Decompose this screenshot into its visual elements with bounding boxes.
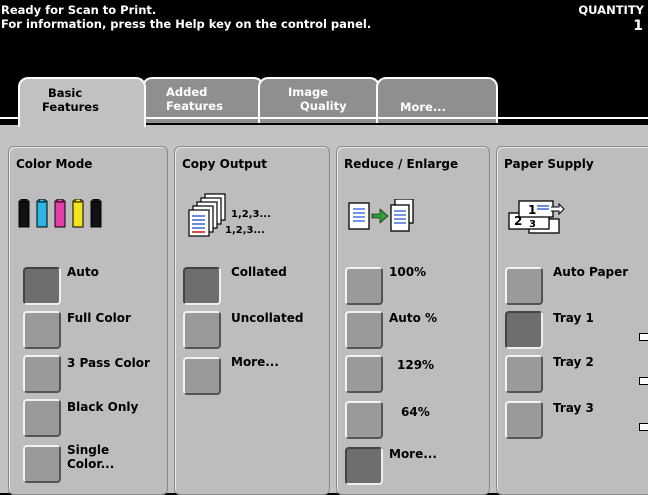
icon-caption: 1,2,3...: [231, 209, 271, 220]
quantity-label: QUANTITY: [578, 3, 644, 17]
icon-caption: 2: [514, 214, 523, 228]
uncollated-button[interactable]: [183, 311, 221, 349]
black-only-button[interactable]: [23, 399, 61, 437]
option-label: Full Color: [67, 311, 131, 325]
auto-color-button[interactable]: [23, 267, 61, 305]
color-mode-panel: Color Mode Auto Full Color 3 Pass Color …: [8, 146, 168, 495]
option-label: Black Only: [67, 400, 139, 414]
option-label: Auto %: [389, 311, 438, 325]
tab-label-line2: Features: [42, 100, 99, 114]
status-message: Ready for Scan to Print.: [1, 3, 157, 17]
icon-caption: 1,2,3...: [225, 225, 265, 236]
tab-label-line2: Quality: [300, 99, 347, 113]
auto-percent-button[interactable]: [345, 311, 383, 349]
tray-2-button[interactable]: [505, 355, 543, 393]
status-bar: Ready for Scan to Print. For information…: [0, 0, 648, 60]
scale-129-button[interactable]: [345, 355, 383, 393]
copy-output-panel: Copy Output 1,2,3... 1,2,3... Collated U…: [174, 146, 330, 495]
tray-2-paper-icon: [639, 377, 648, 385]
tab-label-line1: Basic: [48, 86, 83, 100]
icon-caption: 3: [529, 219, 536, 230]
tab-label-line2: Features: [166, 99, 223, 113]
reduce-enlarge-more-button[interactable]: [345, 447, 383, 485]
scale-100-button[interactable]: [345, 267, 383, 305]
option-label: 64%: [401, 405, 430, 419]
single-color-button[interactable]: [23, 445, 61, 483]
paper-supply-panel: Paper Supply 1 2 3 Auto Paper Tray 1 Tra…: [496, 146, 648, 495]
tray-1-paper-icon: [639, 333, 648, 341]
tab-label-line2: More...: [400, 100, 446, 114]
option-label: Auto Paper: [553, 265, 629, 279]
three-pass-color-button[interactable]: [23, 355, 61, 393]
auto-paper-button[interactable]: [505, 267, 543, 305]
tray-3-paper-icon: [639, 423, 648, 431]
panel-title: Copy Output: [182, 157, 267, 171]
panel-title: Reduce / Enlarge: [344, 157, 459, 171]
icon-caption: 1: [528, 203, 537, 217]
tab-basic-features[interactable]: Basic Features: [18, 77, 146, 127]
tab-label-line1: Added: [166, 85, 208, 99]
help-message: For information, press the Help key on t…: [1, 17, 372, 31]
option-label: Collated: [231, 265, 287, 279]
option-label: 129%: [397, 358, 435, 372]
full-color-button[interactable]: [23, 311, 61, 349]
panel-title: Paper Supply: [504, 157, 594, 171]
option-label: Uncollated: [231, 311, 304, 325]
option-label: More...: [231, 355, 279, 369]
option-label: 100%: [389, 265, 427, 279]
option-label: More...: [389, 447, 437, 461]
reduce-enlarge-icon: [348, 199, 414, 232]
option-label: Auto: [67, 265, 99, 279]
option-label: 3 Pass Color: [67, 356, 150, 370]
scale-64-button[interactable]: [345, 401, 383, 439]
copy-output-more-button[interactable]: [183, 357, 221, 395]
option-label: Tray 3: [553, 401, 594, 415]
option-label: Single: [67, 443, 110, 457]
reduce-enlarge-panel: Reduce / Enlarge 100% Auto % 129% 64% Mo…: [336, 146, 490, 495]
toner-bottles-icon: [18, 199, 102, 228]
panel-title: Color Mode: [16, 157, 93, 171]
option-label: Color...: [67, 457, 115, 471]
collated-copies-icon: [188, 193, 226, 237]
collated-button[interactable]: [183, 267, 221, 305]
tray-1-button[interactable]: [505, 311, 543, 349]
quantity-value: 1: [633, 18, 643, 34]
option-label: Tray 1: [553, 311, 594, 325]
option-label: Tray 2: [553, 355, 594, 369]
tray-3-button[interactable]: [505, 401, 543, 439]
tab-label-line1: Image: [288, 85, 329, 99]
